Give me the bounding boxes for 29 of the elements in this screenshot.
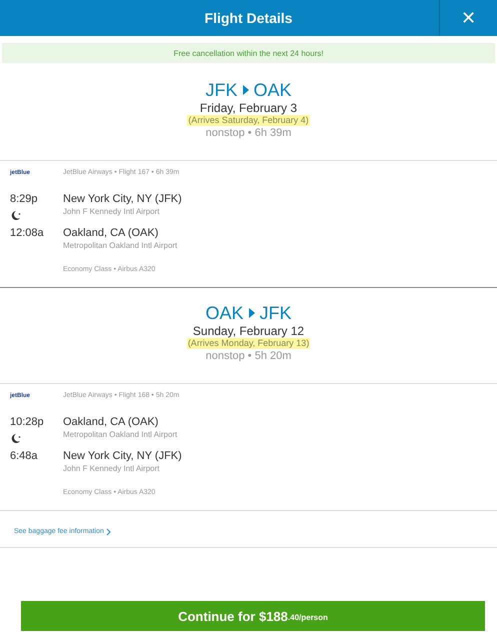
flight-summary: nonstop • 6h 39m bbox=[206, 126, 292, 140]
flight-summary: nonstop • 5h 20m bbox=[206, 349, 292, 363]
continue-button[interactable]: Continue for $188.40/person bbox=[21, 601, 485, 631]
arrival-time: 6:48a bbox=[10, 450, 39, 463]
destination-code: JFK bbox=[260, 302, 292, 324]
departure-airport: Metropolitan Oakland Intl Airport bbox=[63, 429, 178, 440]
arrow-icon bbox=[248, 308, 254, 318]
departure-airport: John F Kennedy Intl Airport bbox=[63, 206, 160, 217]
arrival-city: New York City, NY (JFK) bbox=[63, 450, 183, 463]
destination-code: OAK bbox=[254, 79, 292, 101]
arrival-note: (Arrives Monday, February 13) bbox=[186, 338, 310, 349]
departure-date: Friday, February 3 bbox=[200, 101, 298, 115]
departure-time: 10:28p bbox=[10, 416, 45, 429]
departure-time: 8:29p bbox=[10, 193, 39, 206]
cancellation-banner: Free cancellation within the next 24 hours! bbox=[2, 43, 495, 63]
arrival-airport: Metropolitan Oakland Intl Airport bbox=[63, 240, 178, 251]
arrival-note: (Arrives Saturday, February 4) bbox=[187, 115, 310, 126]
arrival-airport: John F Kennedy Intl Airport bbox=[63, 463, 160, 474]
arrow-icon bbox=[242, 85, 248, 95]
departure-date: Sunday, February 12 bbox=[192, 324, 304, 338]
window-title: Flight Details bbox=[204, 10, 292, 26]
departure-city: New York City, NY (JFK) bbox=[63, 193, 183, 206]
arrival-time: 12:08a bbox=[10, 227, 45, 240]
chevron-icon bbox=[106, 528, 111, 536]
origin-code: JFK bbox=[205, 79, 238, 101]
arrival-city: Oakland, CA (OAK) bbox=[63, 227, 160, 240]
origin-code: OAK bbox=[205, 302, 244, 324]
close-button[interactable]: ✕ bbox=[439, 0, 497, 36]
departure-city: Oakland, CA (OAK) bbox=[63, 416, 160, 429]
